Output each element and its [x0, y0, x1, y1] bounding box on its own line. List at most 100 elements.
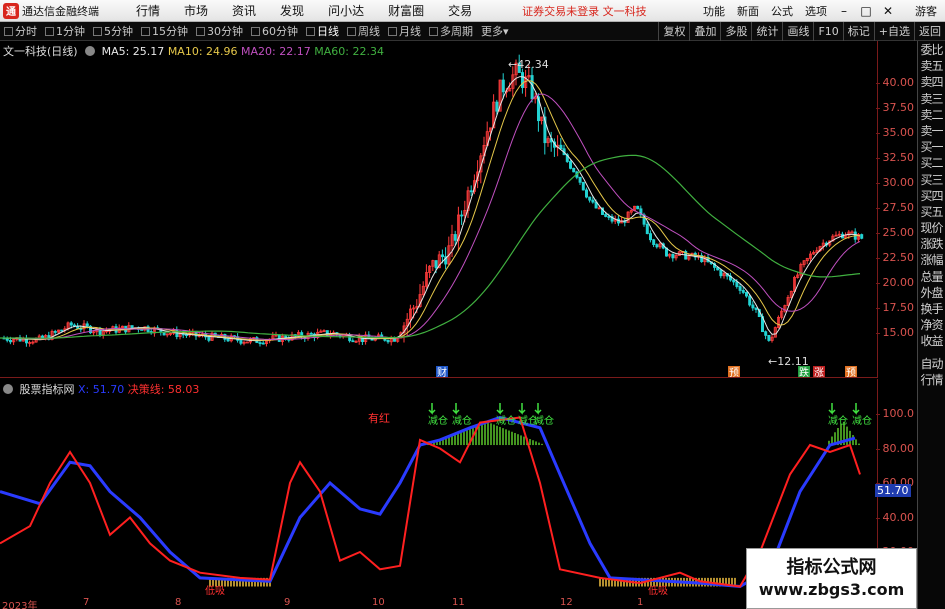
menu-ask-xiaoda[interactable]: 问小达: [316, 2, 376, 19]
date-label: 2023年: [2, 601, 38, 609]
maximize-icon[interactable]: □: [855, 4, 877, 18]
btn-overlay[interactable]: 叠加: [689, 22, 720, 41]
period-label: 更多: [481, 25, 503, 38]
candle-body: [460, 214, 464, 217]
candle-body: [130, 325, 134, 329]
guest-label[interactable]: 游客: [915, 3, 937, 19]
side-item[interactable]: 涨跌: [918, 235, 945, 251]
period-label: 月线: [399, 25, 421, 38]
side-item[interactable]: 买四: [918, 187, 945, 203]
candle-body: [184, 334, 188, 336]
price-tick: 32.50: [875, 151, 914, 164]
btn-add-watchlist[interactable]: +自选: [873, 22, 914, 41]
ma60-line: [0, 154, 861, 339]
period-5min[interactable]: 5分钟: [89, 23, 137, 39]
side-item[interactable]: 卖五: [918, 57, 945, 73]
candle-body: [748, 295, 752, 306]
side-item[interactable]: 总量: [918, 268, 945, 284]
period-1min[interactable]: 1分钟: [41, 23, 89, 39]
menu-wealth-circle[interactable]: 财富圈: [376, 2, 436, 19]
candle-body: [207, 336, 211, 341]
side-item[interactable]: 卖三: [918, 90, 945, 106]
down-arrow-icon: [534, 403, 542, 415]
period-monthly[interactable]: 月线: [384, 23, 425, 39]
ma10-label: MA10: 24.96: [167, 45, 238, 58]
checkbox-icon: [251, 26, 260, 36]
indicator-name: 股票指标网: [19, 383, 75, 396]
period-label: 5分钟: [104, 25, 133, 38]
side-item[interactable]: 卖一: [918, 122, 945, 138]
candle-body: [501, 79, 505, 93]
candle-body: [569, 161, 573, 169]
period-30min[interactable]: 30分钟: [192, 23, 247, 39]
date-label: 12: [560, 597, 573, 608]
candle-body: [60, 329, 64, 332]
date-label: 9: [284, 597, 291, 608]
period-15min[interactable]: 15分钟: [137, 23, 192, 39]
period-60min[interactable]: 60分钟: [247, 23, 302, 39]
side-item[interactable]: 外盘: [918, 284, 945, 300]
gear-icon[interactable]: [3, 384, 13, 394]
period-intraday[interactable]: 分时: [0, 23, 41, 39]
kline-panel[interactable]: 文一科技(日线) MA5: 25.17 MA10: 24.96 MA20: 22…: [0, 41, 877, 378]
side-item[interactable]: 行情: [918, 371, 945, 387]
period-label: 多周期: [440, 25, 473, 38]
price-tick: 37.50: [875, 101, 914, 114]
side-item[interactable]: 现价: [918, 219, 945, 235]
side-item[interactable]: 委比: [918, 41, 945, 57]
candle-body: [258, 342, 262, 345]
menu-quotes[interactable]: 行情: [124, 2, 172, 19]
btn-adjust[interactable]: 复权: [658, 22, 689, 41]
btn-mark[interactable]: 标记: [842, 22, 874, 41]
period-label: 15分钟: [152, 25, 188, 38]
candle-body: [671, 253, 675, 259]
side-item[interactable]: 买三: [918, 171, 945, 187]
stock-name: 文一科技(日线): [3, 45, 78, 58]
candle-body: [226, 338, 230, 342]
menu-discover[interactable]: 发现: [268, 2, 316, 19]
login-status[interactable]: 证券交易未登录 文一科技: [522, 3, 647, 19]
tool-new-page[interactable]: 新面: [731, 3, 765, 19]
menu-news[interactable]: 资讯: [220, 2, 268, 19]
checkbox-icon: [347, 26, 356, 36]
period-daily[interactable]: 日线: [302, 23, 343, 39]
btn-draw-line[interactable]: 画线: [782, 22, 813, 41]
candle-body: [495, 101, 499, 112]
chevron-down-icon: ▾: [503, 24, 509, 38]
side-item[interactable]: 买一: [918, 138, 945, 154]
side-item[interactable]: 卖四: [918, 73, 945, 89]
side-item[interactable]: 买二: [918, 154, 945, 170]
menu-market[interactable]: 市场: [172, 2, 220, 19]
btn-statistics[interactable]: 统计: [751, 22, 782, 41]
btn-back[interactable]: 返回: [914, 22, 945, 41]
price-tick: 15.00: [875, 326, 914, 339]
minimize-icon[interactable]: –: [833, 4, 855, 18]
checkbox-icon: [4, 26, 13, 36]
side-item[interactable]: 买五: [918, 203, 945, 219]
btn-multi-stock[interactable]: 多股: [720, 22, 751, 41]
candle-body: [8, 339, 12, 343]
period-toolbar: 分时 1分钟 5分钟 15分钟 30分钟 60分钟 日线 周线 月线 多周期 更…: [0, 22, 945, 41]
side-item[interactable]: 换手: [918, 300, 945, 316]
side-item[interactable]: 卖二: [918, 106, 945, 122]
period-multi[interactable]: 多周期: [425, 23, 477, 39]
period-weekly[interactable]: 周线: [343, 23, 384, 39]
gear-icon[interactable]: [85, 46, 96, 56]
btn-f10[interactable]: F10: [813, 22, 842, 41]
close-icon[interactable]: ✕: [877, 4, 899, 18]
side-item[interactable]: 收益: [918, 332, 945, 348]
watermark-title: 指标公式网: [786, 557, 877, 578]
period-more[interactable]: 更多 ▾: [477, 23, 513, 39]
candle-body: [386, 339, 390, 343]
candle-body: [578, 176, 582, 183]
side-item[interactable]: 净资: [918, 316, 945, 332]
menu-trade[interactable]: 交易: [436, 2, 484, 19]
candle-body: [607, 216, 611, 218]
side-item[interactable]: 自动: [918, 355, 945, 371]
tool-options[interactable]: 选项: [799, 3, 833, 19]
date-label: 1: [637, 597, 644, 608]
quote-side-panel: 委比 卖五 卖四 卖三 卖二 卖一 买一 买二 买三 买四 买五 现价 涨跌 涨幅 总量 外盘 换手 净资 收益自动…: [917, 41, 945, 609]
side-item[interactable]: 涨幅: [918, 251, 945, 267]
tool-function[interactable]: 功能: [697, 3, 731, 19]
tool-formula[interactable]: 公式: [765, 3, 799, 19]
